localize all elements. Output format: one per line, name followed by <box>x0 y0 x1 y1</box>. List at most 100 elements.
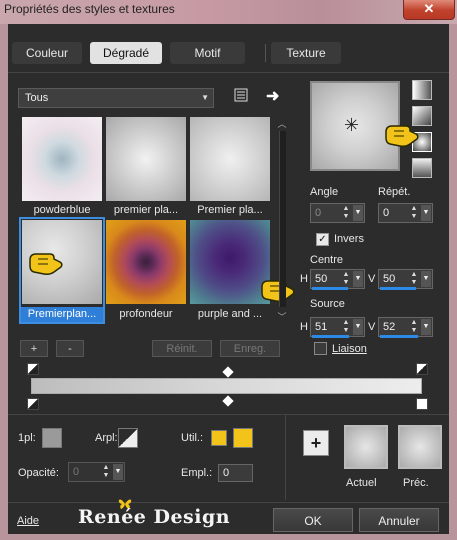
link-label: Liaison <box>332 343 367 355</box>
spinner-arrows-icon[interactable]: ▲ ▼ <box>409 205 419 221</box>
close-button[interactable]: ✕ <box>403 0 455 20</box>
tab-motif[interactable]: Motif <box>170 42 245 64</box>
center-v-label: V <box>368 273 376 285</box>
background-label: Arpl: <box>95 432 118 444</box>
tab-texture[interactable]: Texture <box>271 42 341 64</box>
color-stop-right[interactable] <box>416 398 428 410</box>
color-stop-left[interactable] <box>27 398 39 410</box>
gradient-thumb-premier-plan-2[interactable] <box>190 117 270 201</box>
foreground-swatch[interactable] <box>42 428 62 448</box>
used-color-label: Util.: <box>181 432 203 444</box>
new-style-button[interactable]: + <box>303 430 329 456</box>
link-checkbox[interactable] <box>314 342 327 355</box>
gradient-label-premier-plan-2: Premier pla... <box>197 204 263 216</box>
window-frame-right <box>449 24 457 540</box>
add-gradient-button[interactable]: + <box>20 340 48 357</box>
ok-button[interactable]: OK <box>273 508 353 532</box>
remove-gradient-button[interactable]: - <box>56 340 84 357</box>
previous-preview[interactable] <box>398 425 442 469</box>
center-h-label: H <box>300 273 308 285</box>
chevron-down-icon[interactable]: ▼ <box>353 205 363 221</box>
divider <box>8 502 449 503</box>
chevron-down-icon[interactable]: ▼ <box>421 319 431 335</box>
spinner-arrows-icon[interactable]: ▲ ▼ <box>341 205 351 221</box>
chevron-down-icon[interactable]: ▼ <box>353 319 363 335</box>
divider <box>8 414 449 415</box>
invert-label: Invers <box>334 233 364 245</box>
save-button[interactable]: Enreg. <box>220 340 280 357</box>
used-color-swatch[interactable] <box>233 428 253 448</box>
scroll-down-icon[interactable]: ﹀ <box>277 310 287 323</box>
location-label: Empl.: <box>181 467 213 479</box>
cancel-button[interactable]: Annuler <box>359 508 439 532</box>
scroll-up-icon[interactable]: ︿ <box>277 117 287 130</box>
spinner-arrows-icon[interactable]: ▲ ▼ <box>101 464 111 480</box>
center-h-spinner[interactable]: 50 ▲ ▼ ▼ <box>310 269 365 289</box>
category-dropdown[interactable]: Tous ▼ <box>18 88 214 108</box>
gradient-thumb-purple[interactable] <box>190 220 270 304</box>
center-label: Centre <box>310 254 344 266</box>
gradient-thumb-powderblue[interactable] <box>22 117 102 201</box>
arrow-right-icon[interactable]: ➜ <box>266 86 279 106</box>
watermark-logo: Renée Design <box>78 506 231 528</box>
list-view-icon[interactable] <box>234 88 248 102</box>
scrollbar-thumb[interactable] <box>279 131 286 307</box>
divider <box>285 414 286 500</box>
source-h-slider[interactable] <box>312 335 349 338</box>
sunburst-style-button[interactable] <box>412 158 432 178</box>
gradient-label-premier-plan-1: premier pla... <box>113 204 179 216</box>
angle-spinner[interactable]: 0 ▲ ▼ ▼ <box>310 203 365 223</box>
chevron-down-icon[interactable]: ▼ <box>421 271 431 287</box>
gradient-thumb-profondeur[interactable] <box>106 220 186 304</box>
gradient-bar[interactable] <box>31 378 422 394</box>
spinner-arrows-icon[interactable]: ▲ ▼ <box>341 271 351 287</box>
source-v-spinner[interactable]: 52 ▲ ▼ ▼ <box>378 317 433 337</box>
opacity-spinner[interactable]: 0 ▲ ▼ ▼ <box>68 462 125 482</box>
pointer-hand-icon <box>384 122 420 153</box>
crosshair-icon: ✳ <box>344 115 360 135</box>
window-frame-left <box>0 24 8 540</box>
current-preview[interactable] <box>344 425 388 469</box>
current-label: Actuel <box>346 477 377 489</box>
gradient-label-premierplan: Premierplan... <box>27 308 97 320</box>
location-field[interactable]: 0 <box>218 464 253 482</box>
source-v-label: V <box>368 321 376 333</box>
linear-style-button[interactable] <box>412 80 432 100</box>
window-frame-bottom <box>0 534 457 540</box>
opacity-stop-left[interactable] <box>27 363 39 375</box>
pointer-hand-icon <box>28 250 64 281</box>
opacity-stop-right[interactable] <box>416 363 428 375</box>
opacity-label: Opacité: <box>18 467 59 479</box>
gradient-label-profondeur: profondeur <box>119 308 173 320</box>
chevron-down-icon[interactable]: ▼ <box>421 205 431 221</box>
source-label: Source <box>310 298 345 310</box>
gradient-thumb-premier-plan-1[interactable] <box>106 117 186 201</box>
angle-label: Angle <box>310 186 339 198</box>
chevron-down-icon[interactable]: ▼ <box>113 464 123 480</box>
chevron-down-icon[interactable]: ▼ <box>353 271 363 287</box>
tab-separator <box>265 44 266 62</box>
help-link[interactable]: Aide <box>17 515 39 527</box>
gradient-label-powderblue: powderblue <box>33 204 91 216</box>
gradient-label-purple: purple and ... <box>197 308 263 320</box>
source-h-spinner[interactable]: 51 ▲ ▼ ▼ <box>310 317 365 337</box>
tab-degrade[interactable]: Dégradé <box>90 42 162 64</box>
window-title: Propriétés des styles et textures <box>4 2 175 16</box>
spinner-arrows-icon[interactable]: ▲ ▼ <box>409 319 419 335</box>
foreground-label: 1pl: <box>18 432 36 444</box>
spinner-arrows-icon[interactable]: ▲ ▼ <box>409 271 419 287</box>
spinner-arrows-icon[interactable]: ▲ ▼ <box>341 319 351 335</box>
center-v-spinner[interactable]: 50 ▲ ▼ ▼ <box>378 269 433 289</box>
used-color-swatch-small[interactable] <box>211 430 227 446</box>
chevron-down-icon: ▼ <box>201 93 209 102</box>
background-swatch[interactable] <box>118 428 138 448</box>
invert-checkbox[interactable]: ✓ <box>316 233 329 246</box>
reset-button[interactable]: Réinit. <box>152 340 212 357</box>
source-h-label: H <box>300 321 308 333</box>
tab-couleur[interactable]: Couleur <box>12 42 82 64</box>
center-v-slider[interactable] <box>380 287 416 290</box>
repeat-spinner[interactable]: 0 ▲ ▼ ▼ <box>378 203 433 223</box>
source-v-slider[interactable] <box>380 335 418 338</box>
repeat-label: Répét. <box>378 186 411 198</box>
center-h-slider[interactable] <box>312 287 348 290</box>
